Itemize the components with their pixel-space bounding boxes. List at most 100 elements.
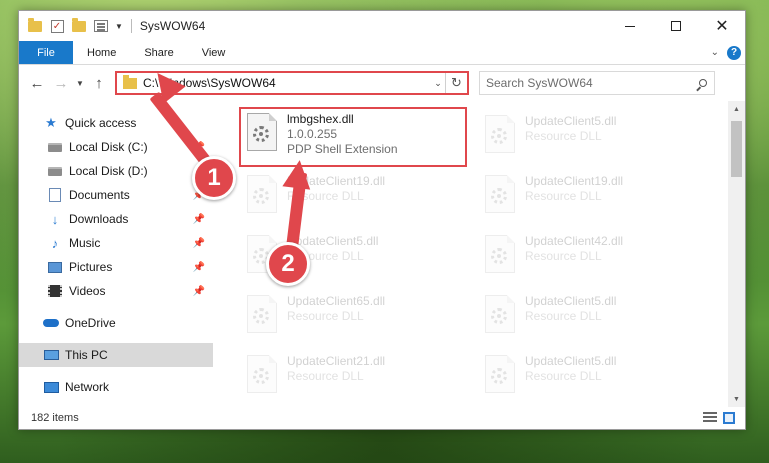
file-item[interactable]: UpdateClient5.dll Resource DLL bbox=[485, 293, 616, 347]
gear-icon bbox=[491, 128, 507, 144]
star-icon: ★ bbox=[45, 115, 57, 130]
pin-icon: 📌 bbox=[192, 213, 205, 225]
sidebar-item-label: Downloads bbox=[69, 212, 129, 226]
address-dropdown-chevron-icon[interactable]: ⌄ bbox=[431, 78, 445, 89]
file-name: UpdateClient5.dll bbox=[525, 354, 617, 368]
sidebar-item-label: Quick access bbox=[65, 116, 137, 130]
search-box[interactable] bbox=[479, 71, 715, 95]
file-item[interactable]: UpdateClient5.dll Resource DLL bbox=[485, 353, 616, 407]
videos-icon bbox=[47, 284, 63, 298]
sidebar-item-this-pc[interactable]: This PC bbox=[19, 343, 213, 367]
dll-file-icon bbox=[485, 295, 515, 333]
sidebar-item-label: Pictures bbox=[69, 260, 113, 274]
file-type: Resource DLL bbox=[287, 369, 364, 383]
sidebar-item-documents[interactable]: Documents 📌 bbox=[19, 183, 213, 207]
new-folder-icon[interactable] bbox=[71, 17, 87, 34]
file-type: Resource DLL bbox=[525, 129, 602, 143]
sidebar-item-onedrive[interactable]: OneDrive bbox=[19, 311, 213, 335]
quick-access-toolbar-dropdown-icon[interactable]: ▼ bbox=[115, 22, 123, 31]
file-name: UpdateClient42.dll bbox=[525, 234, 624, 248]
file-item[interactable]: UpdateClient19.dll Resource DLL bbox=[485, 173, 623, 227]
scroll-down-arrow-icon[interactable]: ▼ bbox=[728, 391, 745, 407]
maximize-button[interactable] bbox=[653, 11, 699, 41]
sidebar-item-label: Network bbox=[65, 380, 110, 394]
forward-button[interactable]: → bbox=[49, 71, 73, 95]
properties-icon[interactable] bbox=[93, 18, 109, 34]
gear-icon bbox=[253, 188, 269, 204]
sidebar-item-label: Documents bbox=[69, 188, 130, 202]
search-icon[interactable] bbox=[692, 79, 714, 87]
sidebar-item-label: This PC bbox=[65, 348, 108, 362]
dll-file-icon bbox=[247, 355, 277, 393]
main-content: ★ Quick access Local Disk (C:) 📌 Local D… bbox=[19, 101, 745, 407]
sidebar-item-label: OneDrive bbox=[65, 316, 116, 330]
file-name: UpdateClient65.dll bbox=[287, 294, 386, 308]
disk-icon bbox=[47, 140, 63, 154]
ribbon-tabs: File Home Share View ⌄ ? bbox=[19, 41, 745, 65]
vertical-scrollbar[interactable]: ▲ ▼ bbox=[728, 101, 745, 407]
recent-locations-dropdown[interactable]: ▼ bbox=[73, 71, 87, 95]
dll-file-icon bbox=[485, 115, 515, 153]
network-icon bbox=[43, 380, 59, 394]
file-item[interactable]: UpdateClient42.dll Resource DLL bbox=[485, 233, 623, 287]
gear-icon bbox=[491, 188, 507, 204]
navigation-bar: ← → ▼ ↑ C:\Windows\SysWOW64 ⌄ ↻ bbox=[19, 65, 745, 101]
file-explorer-window: ✓ ▼ SysWOW64 ✕ File Home Share View ⌄ ? … bbox=[18, 10, 746, 430]
minimize-icon bbox=[625, 25, 635, 27]
scroll-up-arrow-icon[interactable]: ▲ bbox=[728, 101, 745, 117]
pictures-icon bbox=[47, 260, 63, 274]
sidebar-item-network[interactable]: Network bbox=[19, 375, 213, 399]
file-item[interactable]: UpdateClient65.dll Resource DLL bbox=[247, 293, 385, 347]
sidebar-item-label: Videos bbox=[69, 284, 106, 298]
onedrive-cloud-icon bbox=[43, 316, 59, 330]
properties-check-icon[interactable]: ✓ bbox=[49, 18, 65, 34]
details-view-icon[interactable] bbox=[703, 412, 717, 422]
gear-icon bbox=[253, 368, 269, 384]
search-input[interactable] bbox=[486, 76, 692, 90]
music-icon: ♪ bbox=[51, 235, 59, 251]
file-item[interactable]: UpdateClient21.dll Resource DLL bbox=[247, 353, 385, 407]
file-item[interactable]: UpdateClient5.dll Resource DLL bbox=[485, 113, 616, 167]
disk-icon bbox=[47, 164, 63, 178]
tab-home[interactable]: Home bbox=[73, 41, 130, 64]
address-path[interactable]: C:\Windows\SysWOW64 bbox=[143, 76, 431, 90]
minimize-button[interactable] bbox=[607, 11, 653, 41]
maximize-icon bbox=[671, 21, 681, 31]
window-controls: ✕ bbox=[607, 11, 745, 41]
pin-icon: 📌 bbox=[192, 261, 205, 273]
file-type: Resource DLL bbox=[525, 189, 602, 203]
file-name: UpdateClient19.dll bbox=[525, 174, 624, 188]
file-type: Resource DLL bbox=[287, 309, 364, 323]
close-icon: ✕ bbox=[715, 18, 729, 35]
scroll-thumb[interactable] bbox=[731, 121, 742, 177]
back-button[interactable]: ← bbox=[25, 71, 49, 95]
tab-file[interactable]: File bbox=[19, 41, 73, 64]
sidebar-item-label: Local Disk (C:) bbox=[69, 140, 148, 154]
folder-icon bbox=[27, 17, 43, 34]
window-title: SysWOW64 bbox=[139, 19, 206, 33]
tab-share[interactable]: Share bbox=[130, 41, 187, 64]
download-icon: ↓ bbox=[51, 211, 59, 227]
sidebar-item-videos[interactable]: Videos 📌 bbox=[19, 279, 213, 303]
title-separator bbox=[130, 19, 132, 33]
file-type: Resource DLL bbox=[525, 369, 602, 383]
dll-file-icon bbox=[247, 295, 277, 333]
sidebar-item-music[interactable]: ♪ Music 📌 bbox=[19, 231, 213, 255]
close-button[interactable]: ✕ bbox=[699, 11, 745, 41]
help-icon[interactable]: ? bbox=[727, 45, 741, 60]
file-item[interactable]: UpdateClient19.dll Resource DLL bbox=[247, 173, 385, 227]
large-icons-view-icon[interactable] bbox=[723, 412, 735, 424]
sidebar-item-pictures[interactable]: Pictures 📌 bbox=[19, 255, 213, 279]
dll-file-icon bbox=[485, 175, 515, 213]
sidebar-item-downloads[interactable]: ↓ Downloads 📌 bbox=[19, 207, 213, 231]
computer-icon bbox=[43, 348, 59, 362]
up-button[interactable]: ↑ bbox=[87, 71, 111, 95]
expand-ribbon-chevron-icon[interactable]: ⌄ bbox=[711, 47, 719, 58]
address-folder-icon bbox=[123, 74, 137, 89]
sidebar-item-label: Music bbox=[69, 236, 101, 250]
sidebar-item-local-disk-d[interactable]: Local Disk (D:) bbox=[19, 159, 213, 183]
tab-view[interactable]: View bbox=[188, 41, 240, 64]
dll-file-icon bbox=[485, 235, 515, 273]
ribbon-right: ⌄ ? bbox=[711, 41, 745, 64]
refresh-button[interactable]: ↻ bbox=[445, 73, 467, 93]
